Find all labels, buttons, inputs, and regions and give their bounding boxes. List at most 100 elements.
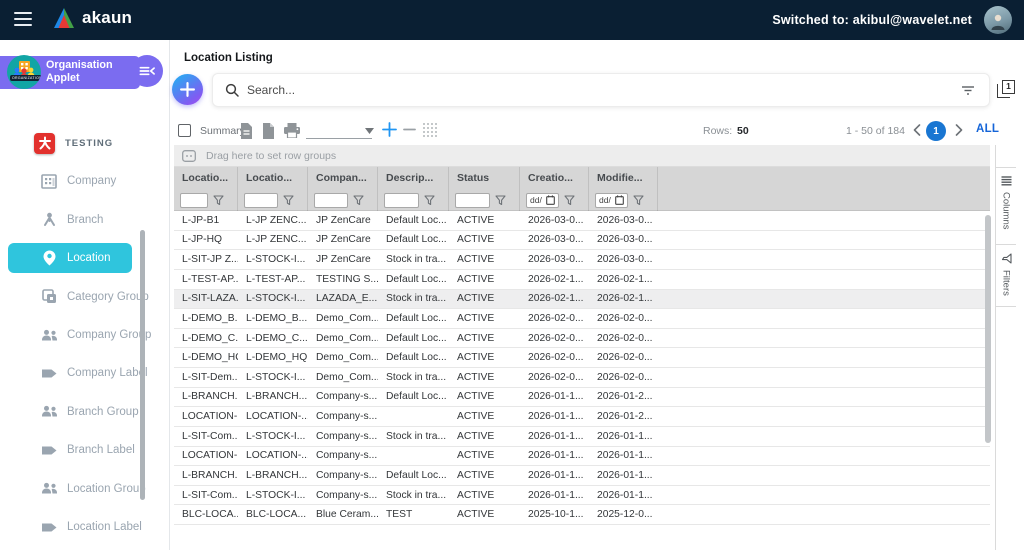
table-row[interactable]: LOCATION-... LOCATION-... Company-s... ACTI… [174,446,990,467]
single-page-view-icon[interactable]: 1 [997,80,1015,99]
grid-view-icon[interactable] [422,122,438,138]
table-cell: L-BRANCH... [182,391,238,403]
sidebar-item-location[interactable]: Location [8,243,132,274]
all-pages-button[interactable]: ALL [976,123,999,135]
table-row[interactable]: L-SIT-JP Z... L-STOCK-I... JP ZenCare Stock… [174,250,990,270]
sidebar-scrollbar[interactable] [140,230,145,500]
table-row[interactable]: L-BRANCH... L-BRANCH... Company-s... Defaul… [174,466,990,486]
grid-filter-row: dd/dd/ [174,189,990,211]
column-filter-input[interactable] [314,192,348,208]
column-filter-input[interactable] [180,192,208,208]
table-cell: Stock in tra... [386,371,447,383]
testing-icon [34,132,55,154]
page-size-dropdown[interactable] [306,121,374,139]
filter-cell-2 [308,189,378,211]
table-cell: Demo_Com... [316,352,378,364]
add-location-button[interactable] [172,74,203,105]
funnel-icon[interactable] [633,194,644,206]
current-page-button[interactable]: 1 [926,121,946,141]
sidebar-item-branch[interactable]: Branch [8,205,132,235]
funnel-icon[interactable] [283,194,294,206]
table-cell: L-SIT-Com... [182,430,238,442]
funnel-icon[interactable] [424,194,435,206]
search-input[interactable] [247,83,961,97]
next-page-icon[interactable] [955,124,963,136]
table-row[interactable]: L-SIT-Com... L-STOCK-I... Company-s... Stoc… [174,426,990,447]
remove-row-icon[interactable] [403,122,416,137]
column-header-5[interactable]: Creatio... [520,167,589,189]
sidebar-item-category-group[interactable]: Category Group [8,282,149,312]
category-group-icon [40,288,58,306]
search-filter-icon[interactable] [961,84,975,96]
column-filter-input[interactable] [455,192,490,208]
table-row[interactable]: L-DEMO_HQ L-DEMO_HQ Demo_Com... Default Loc… [174,348,990,368]
sidebar-item-company[interactable]: Company [8,166,132,196]
table-row[interactable]: L-SIT-Com... L-STOCK-I... Company-s... Stoc… [174,485,990,506]
table-cell: 2026-02-0... [597,352,653,364]
export-csv-icon[interactable] [240,123,253,139]
column-header-2[interactable]: Compan... [308,167,378,189]
side-tab-filters[interactable]: Filters [996,245,1016,307]
prev-page-icon[interactable] [913,124,921,136]
table-cell: 2026-01-1... [597,489,653,501]
table-row[interactable]: L-DEMO_C... L-DEMO_C... Demo_Com... Default… [174,328,990,349]
add-row-icon[interactable] [382,122,397,137]
funnel-icon[interactable] [213,194,224,206]
table-cell: L-DEMO_B... [246,312,308,324]
table-row[interactable]: L-BRANCH... L-BRANCH... Company-s... Defaul… [174,387,990,408]
funnel-icon[interactable] [564,194,575,206]
sidebar-item-branch-group[interactable]: Branch Group [8,397,139,427]
table-cell: L-STOCK-I... [246,293,306,305]
table-row[interactable]: L-DEMO_B... L-DEMO_B... Demo_Com... Default… [174,309,990,329]
sidebar-item-location-group[interactable]: Location Group [8,474,146,504]
sidebar-item-location-label[interactable]: Location Label [8,512,142,542]
column-header-3[interactable]: Descrip... [378,167,449,189]
table-row[interactable]: L-JP-HQ L-JP ZENC... JP ZenCare Default Loc… [174,230,990,251]
table-row[interactable]: L-SIT-LAZA... L-STOCK-I... LAZADA_E... Stoc… [174,289,990,310]
date-filter-input[interactable]: dd/ [526,192,559,208]
export-file-icon[interactable] [262,123,275,139]
summary-checkbox[interactable] [178,124,191,137]
calendar-icon[interactable] [546,195,555,205]
table-cell: TEST [386,509,413,521]
column-filter-input[interactable] [384,192,419,208]
grid-scrollbar[interactable] [985,215,991,443]
column-header-6[interactable]: Modifie... [589,167,658,189]
sidebar-item-company-group[interactable]: Company Group [8,320,151,350]
column-header-1[interactable]: Locatio... [238,167,308,189]
funnel-icon[interactable] [495,194,506,206]
row-groups-drop-zone[interactable]: Drag here to set row groups [174,145,990,167]
table-cell: ACTIVE [457,430,495,442]
table-cell: 2026-02-0... [528,352,584,364]
table-row[interactable]: BLC-LOCA... BLC-LOCA... Blue Ceram... TEST A… [174,505,990,525]
column-header-4[interactable]: Status [449,167,520,189]
brand-logo[interactable]: akaun [52,7,132,29]
sidebar-item-company-label[interactable]: Company Label [8,358,148,388]
hamburger-menu-icon[interactable] [14,12,32,26]
side-tab-columns[interactable]: Columns [996,167,1016,245]
table-row[interactable]: LOCATION-... LOCATION-... Company-s... ACTI… [174,407,990,427]
table-cell: 2025-12-0... [597,509,653,521]
table-row[interactable]: L-TEST-AP... L-TEST-AP... TESTING S... Defa… [174,269,990,290]
sidebar-item-label: Company Label [67,367,148,380]
table-cell: ACTIVE [457,254,495,266]
people-group-icon [40,326,58,344]
sidebar-item-label: Location Group [67,482,146,495]
print-icon[interactable] [284,123,300,138]
table-cell: Stock in tra... [386,293,447,305]
date-filter-input[interactable]: dd/ [595,192,628,208]
column-header-0[interactable]: Locatio... [174,167,238,189]
table-cell: L-SIT-LAZA... [182,293,238,305]
app-window: akaun Switched to: akibul@wavelet.net OR… [0,0,1024,550]
table-cell: Default Loc... [386,469,447,481]
user-avatar[interactable] [984,6,1012,34]
funnel-icon[interactable] [353,194,364,206]
sidebar-item-testing[interactable]: TESTING [8,128,132,158]
table-row[interactable]: L-SIT-Dem... L-STOCK-I... Demo_Com... Stock… [174,368,990,388]
column-filter-input[interactable] [244,192,278,208]
table-cell: ACTIVE [457,391,495,403]
table-cell: 2025-10-1... [528,509,584,521]
sidebar-item-branch-label[interactable]: Branch Label [8,435,135,465]
table-row[interactable]: L-JP-B1 L-JP ZENC... JP ZenCare Default Loc… [174,211,990,231]
calendar-icon[interactable] [615,195,624,205]
